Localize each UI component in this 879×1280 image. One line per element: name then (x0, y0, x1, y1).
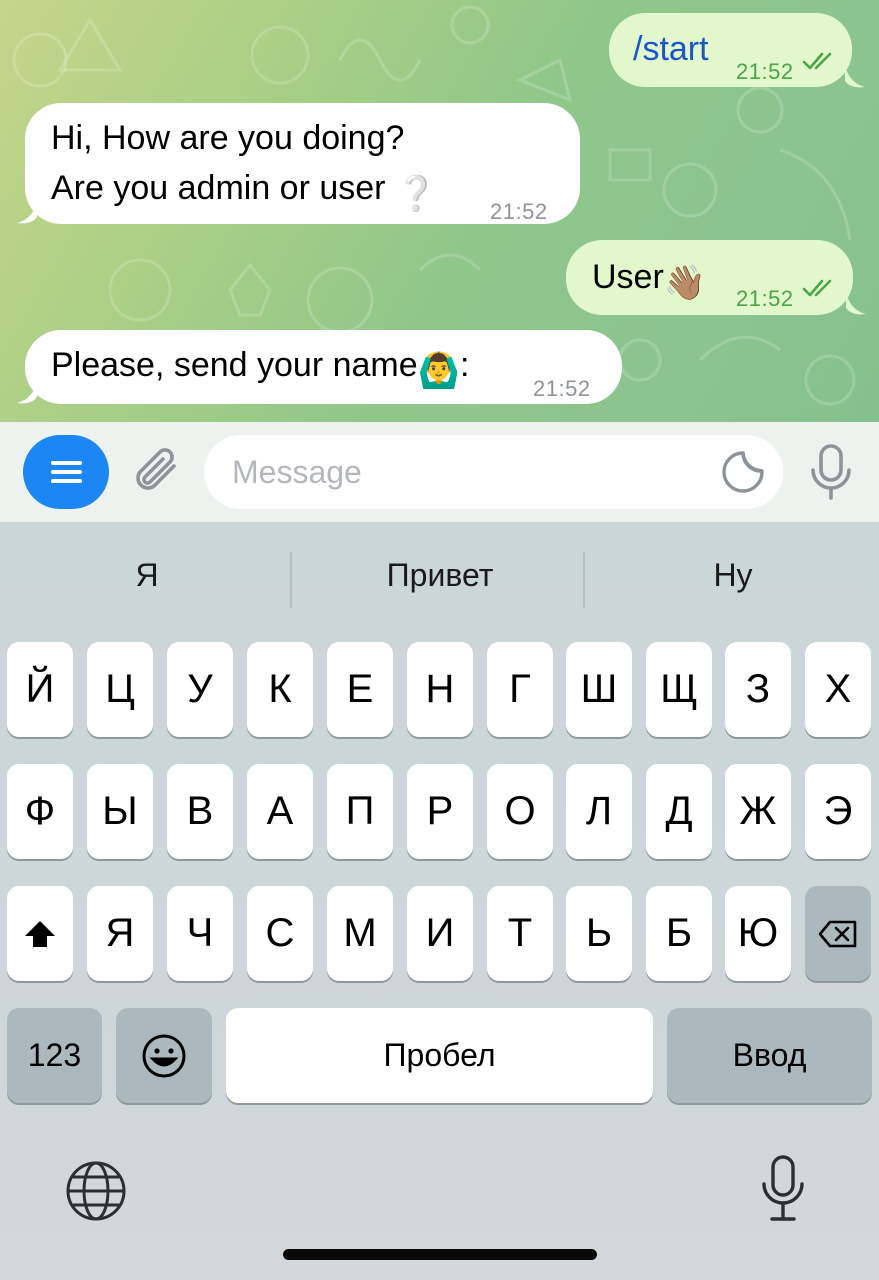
question-emoji: ❔ (394, 175, 438, 213)
key[interactable]: Г (487, 642, 553, 737)
incoming-message[interactable]: Please, send your name🙆‍♂️: 21:52 (17, 330, 622, 404)
backspace-icon (818, 920, 857, 947)
backspace-key[interactable] (805, 886, 871, 981)
key[interactable]: Й (7, 642, 73, 737)
bot-menu-button[interactable] (23, 435, 109, 509)
bubble-tail (846, 292, 866, 315)
globe-icon[interactable] (65, 1160, 127, 1222)
paperclip-icon[interactable] (130, 444, 186, 500)
emoji-key[interactable] (116, 1008, 212, 1103)
key[interactable]: Ш (566, 642, 632, 737)
message-time: 21:52 (736, 286, 794, 311)
shift-key[interactable] (7, 886, 73, 981)
message-text: User👋🏽 (592, 252, 706, 308)
on-screen-keyboard: Я Привет Ну Й Ц У К Е Н Г Ш Щ З Х Ф Ы В … (0, 522, 879, 1280)
key[interactable]: И (407, 886, 473, 981)
dictation-microphone-icon[interactable] (760, 1154, 806, 1224)
chat-area: /start 21:52 Hi, How are you doing? Are … (0, 0, 879, 422)
waving-hand-emoji: 👋🏽 (663, 264, 707, 302)
outgoing-message[interactable]: /start 21:52 (609, 13, 865, 88)
outgoing-message[interactable]: User👋🏽 21:52 (566, 240, 866, 315)
key[interactable]: Ы (87, 764, 153, 859)
suggestion-divider (290, 552, 292, 608)
key[interactable]: Я (87, 886, 153, 981)
message-text-line: Hi, How are you doing? (51, 119, 405, 157)
key[interactable]: У (167, 642, 233, 737)
suggestion-item[interactable]: Привет (340, 557, 540, 594)
key[interactable]: П (327, 764, 393, 859)
menu-icon-line (51, 479, 82, 483)
message-text-line: Are you admin or user ❔ (51, 163, 437, 219)
key[interactable]: Б (646, 886, 712, 981)
read-checkmarks-icon (802, 52, 832, 70)
key[interactable]: М (327, 886, 393, 981)
message-time: 21:52 (533, 376, 591, 401)
menu-icon-line (51, 470, 82, 474)
person-gesturing-ok-emoji: 🙆‍♂️ (417, 352, 461, 390)
message-time: 21:52 (490, 199, 548, 224)
microphone-icon[interactable] (806, 442, 856, 502)
key[interactable]: В (167, 764, 233, 859)
bubble-tail (17, 381, 37, 404)
message-text: /start (633, 30, 709, 68)
emoji-icon (142, 1034, 186, 1077)
key[interactable]: Х (805, 642, 871, 737)
key[interactable]: Э (805, 764, 871, 859)
key[interactable]: О (487, 764, 553, 859)
home-indicator[interactable] (283, 1249, 597, 1260)
key[interactable]: Е (327, 642, 393, 737)
message-input[interactable] (232, 447, 712, 497)
key[interactable]: Ч (167, 886, 233, 981)
key[interactable]: Ц (87, 642, 153, 737)
key[interactable]: Ж (725, 764, 791, 859)
key[interactable]: Щ (646, 642, 712, 737)
return-key[interactable]: Ввод (667, 1008, 872, 1103)
shift-icon (25, 920, 55, 947)
suggestion-item[interactable]: Ну (633, 557, 833, 594)
suggestion-item[interactable]: Я (47, 557, 247, 594)
incoming-message[interactable]: Hi, How are you doing? Are you admin or … (17, 103, 580, 224)
message-text: Please, send your name🙆‍♂️: (51, 340, 469, 396)
bubble-tail (17, 201, 37, 224)
bubble-tail (845, 65, 865, 88)
numbers-key[interactable]: 123 (7, 1008, 102, 1103)
key[interactable]: Ю (725, 886, 791, 981)
message-input-container[interactable] (204, 435, 783, 509)
key[interactable]: Р (407, 764, 473, 859)
suggestion-divider (583, 552, 585, 608)
key[interactable]: К (247, 642, 313, 737)
key[interactable]: Д (646, 764, 712, 859)
key[interactable]: А (247, 764, 313, 859)
message-input-bar (0, 422, 879, 522)
message-time: 21:52 (736, 59, 794, 84)
sticker-icon[interactable] (720, 449, 766, 495)
read-checkmarks-icon (802, 279, 832, 297)
menu-icon (51, 461, 82, 465)
key[interactable]: Ф (7, 764, 73, 859)
space-key[interactable]: Пробел (226, 1008, 653, 1103)
key[interactable]: Л (566, 764, 632, 859)
key[interactable]: Ь (566, 886, 632, 981)
key[interactable]: Н (407, 642, 473, 737)
key[interactable]: Т (487, 886, 553, 981)
key[interactable]: С (247, 886, 313, 981)
key[interactable]: З (725, 642, 791, 737)
